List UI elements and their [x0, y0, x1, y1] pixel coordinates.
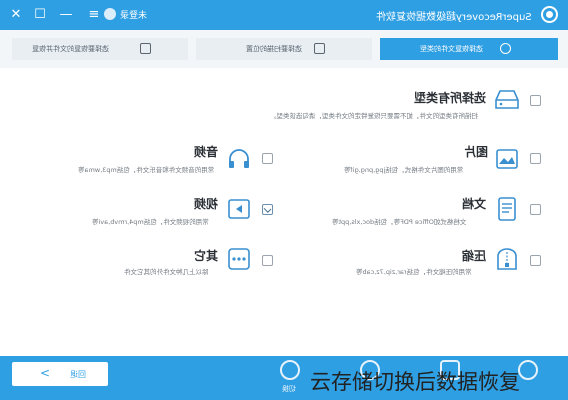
minimize-icon[interactable]: —	[56, 5, 76, 25]
other-icon	[228, 248, 250, 270]
step-label: 选择恢复文件的类型	[420, 45, 483, 53]
document-icon	[140, 43, 151, 54]
picture-icon	[496, 149, 518, 169]
select-all-desc: 扫描所有类型的文件，如不需要只恢复特定的文件类型，请勾选该类型。	[270, 112, 478, 120]
headphones-icon	[229, 149, 249, 168]
archive-icon	[497, 248, 517, 270]
video-icon	[228, 199, 250, 219]
archives-checkbox[interactable]	[530, 255, 541, 266]
drive-icon	[314, 43, 325, 54]
drive-icon	[495, 90, 519, 109]
select-all-checkbox[interactable]	[530, 95, 541, 106]
step-recover-files[interactable]: 选择要恢复的文件并恢复	[12, 38, 188, 60]
step-label: 选择要恢复的文件并恢复	[32, 45, 109, 53]
step-label: 选择要扫描的位置	[246, 45, 302, 53]
step-select-location[interactable]: 选择要扫描的位置	[196, 38, 372, 60]
step-select-type[interactable]: 选择恢复文件的类型	[380, 38, 558, 60]
switch-icon[interactable]	[280, 360, 300, 380]
pictures-checkbox[interactable]	[530, 153, 541, 164]
avatar[interactable]	[104, 8, 116, 20]
window-title: SuperRecovery超级数据恢复软件	[376, 12, 532, 23]
globe-icon[interactable]	[518, 360, 538, 380]
select-all-title: 选择所有类型	[414, 91, 487, 105]
pictures-title: 图片	[464, 145, 489, 159]
other-title: 其它	[194, 249, 219, 263]
user-label[interactable]: 未登录	[120, 8, 147, 21]
video-title: 视频	[194, 197, 219, 211]
other-checkbox[interactable]	[262, 255, 273, 266]
audio-title: 音频	[194, 145, 219, 159]
app-logo-icon	[541, 6, 558, 23]
menu-icon[interactable]: ≡	[84, 5, 104, 25]
title-bar: ✕ ☐ — ≡ 未登录 SuperRecovery超级数据恢复软件	[0, 0, 568, 30]
documents-desc: 文档格式如Office PDF等，包括doc,xls,ppt等	[332, 218, 467, 226]
video-checkbox[interactable]	[262, 204, 273, 215]
archives-title: 压缩	[462, 249, 487, 263]
maximize-icon[interactable]: ☐	[30, 5, 50, 25]
step-bar: 选择恢复文件的类型 选择要扫描的位置 选择要恢复的文件并恢复	[0, 30, 568, 68]
back-label: 回退	[70, 370, 86, 379]
caption-text: 云存储切换后数据恢复	[310, 370, 520, 394]
video-desc: 常用的视频文件，包括mp4,rmvb,avi等	[92, 218, 209, 226]
documents-checkbox[interactable]	[530, 204, 541, 215]
switch-label: 切换	[282, 385, 296, 393]
archives-desc: 常用的压缩文件，包括rar,zip,7z,cab等	[356, 268, 472, 276]
audio-checkbox[interactable]	[262, 153, 273, 164]
close-icon[interactable]: ✕	[6, 5, 26, 25]
pictures-desc: 常用的图片文件格式，包括jpg,png,gif等	[344, 166, 464, 174]
other-desc: 除以上几种文件外的其它文件	[124, 268, 209, 276]
audio-desc: 常用的音频文件和音乐文件，包括mp3,wma等	[78, 166, 215, 174]
back-button[interactable]: < 回退	[12, 362, 108, 386]
target-icon	[500, 43, 511, 54]
documents-title: 文档	[462, 197, 487, 211]
document-icon	[498, 197, 516, 221]
chevron-left-icon: <	[40, 366, 51, 380]
